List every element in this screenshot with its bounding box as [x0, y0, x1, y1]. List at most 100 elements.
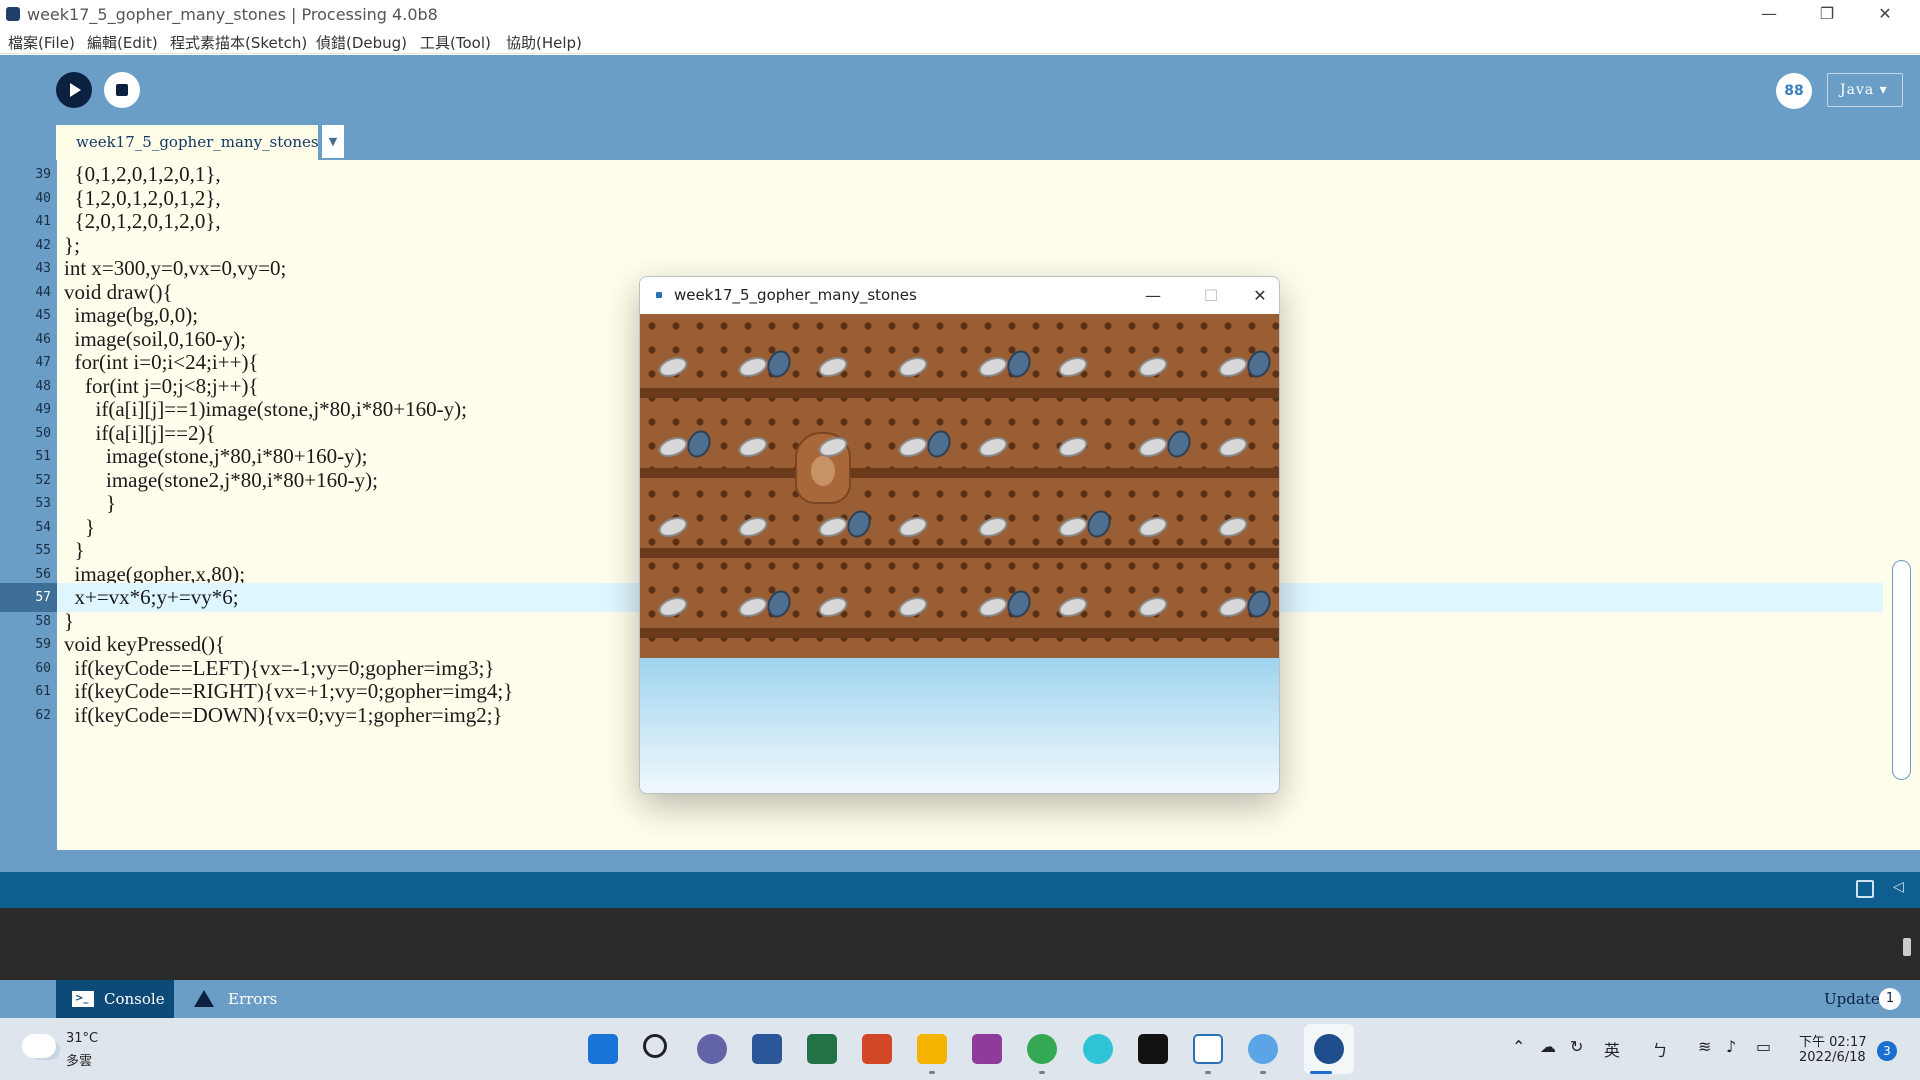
battery-icon[interactable]: ▭ — [1756, 1037, 1771, 1056]
mode-selector[interactable]: Java ▾ — [1827, 73, 1903, 107]
processing-small-icon — [656, 292, 662, 298]
stone-sprite — [975, 513, 1011, 541]
updates-label[interactable]: Updates — [1824, 980, 1887, 1018]
ime-mode-icon[interactable]: ㄅ — [1652, 1037, 1668, 1061]
notification-badge[interactable]: 3 — [1877, 1041, 1897, 1061]
stone-sprite — [1215, 433, 1251, 461]
stone-sprite — [1215, 353, 1251, 381]
chevron-up-icon[interactable]: ⌃ — [1512, 1037, 1525, 1056]
stone2-sprite — [763, 346, 795, 382]
stone-sprite — [815, 513, 851, 541]
winrar-icon[interactable] — [972, 1034, 1002, 1064]
stone2-sprite — [923, 426, 955, 462]
tab-errors[interactable]: Errors — [174, 980, 294, 1018]
stone-sprite — [1055, 593, 1091, 621]
menu-debug[interactable]: 偵錯(Debug) — [316, 32, 407, 53]
sketch-minimize-button[interactable]: — — [1133, 281, 1173, 311]
sketch-close-button[interactable]: ✕ — [1240, 281, 1279, 311]
errors-tab-label: Errors — [228, 990, 278, 1008]
stone-sprite — [895, 593, 931, 621]
menu-tool[interactable]: 工具(Tool) — [420, 32, 491, 53]
stone-sprite — [735, 353, 771, 381]
menu-sketch[interactable]: 程式素描本(Sketch) — [170, 32, 307, 53]
clock-date[interactable]: 2022/6/18 — [1799, 1050, 1866, 1065]
running-indicator — [929, 1071, 935, 1074]
terminal-icon: >_ — [72, 991, 94, 1007]
sky-background — [640, 658, 1279, 793]
stone-sprite — [815, 353, 851, 381]
editor-scrollbar[interactable] — [1883, 160, 1920, 850]
stone-sprite — [735, 433, 771, 461]
stone-sprite — [1055, 513, 1091, 541]
console-output[interactable] — [0, 908, 1920, 980]
kmplayer-icon[interactable] — [1083, 1034, 1113, 1064]
copy-icon[interactable] — [1856, 880, 1874, 898]
stone-sprite — [1135, 513, 1171, 541]
stone-sprite — [1215, 593, 1251, 621]
updates-count-badge[interactable]: 1 — [1879, 988, 1901, 1010]
menu-file[interactable]: 檔案(File) — [8, 32, 75, 53]
volume-icon[interactable]: ♪ — [1726, 1037, 1736, 1056]
sketch-maximize-button[interactable]: ☐ — [1191, 281, 1231, 311]
tab-menu-dropdown-icon[interactable]: ▼ — [322, 125, 344, 158]
sketch-window-title: week17_5_gopher_many_stones — [674, 286, 917, 304]
teams-chat-icon[interactable] — [697, 1034, 727, 1064]
stop-button[interactable] — [104, 72, 140, 108]
stone-sprite — [1135, 433, 1171, 461]
ime-indicator[interactable]: 英 — [1604, 1037, 1620, 1061]
stone2-sprite — [1163, 426, 1195, 462]
debugger-toggle-icon[interactable]: 88 — [1776, 73, 1812, 109]
toolbar: 88 Java ▾ — [0, 55, 1920, 125]
stone-sprite — [975, 593, 1011, 621]
menu-help[interactable]: 協助(Help) — [506, 32, 582, 53]
windows-start-icon[interactable] — [588, 1034, 618, 1064]
console-scrollbar[interactable] — [1903, 938, 1911, 956]
stone2-sprite — [1083, 506, 1115, 542]
weather-temperature[interactable]: 31°C — [66, 1031, 98, 1046]
stone-sprite — [735, 593, 771, 621]
stone2-sprite — [683, 426, 715, 462]
processing-app-icon — [6, 7, 20, 21]
sketch-window[interactable]: week17_5_gopher_many_stones — ☐ ✕ — [639, 276, 1280, 794]
menu-edit[interactable]: 編輯(Edit) — [87, 32, 158, 53]
stone-sprite — [655, 433, 691, 461]
sync-icon[interactable]: ↻ — [1570, 1037, 1583, 1056]
stone-sprite — [735, 513, 771, 541]
excel-icon[interactable] — [807, 1034, 837, 1064]
minimize-button[interactable]: — — [1740, 0, 1798, 28]
powerpoint-icon[interactable] — [862, 1034, 892, 1064]
window-title: week17_5_gopher_many_stones | Processing… — [27, 5, 438, 24]
restore-button[interactable]: ❐ — [1798, 0, 1856, 28]
onedrive-icon[interactable]: ☁ — [1540, 1037, 1556, 1056]
clock-time[interactable]: 下午 02:17 — [1799, 1031, 1867, 1050]
footer-bar: >_ Console Errors Updates 1 — [0, 980, 1920, 1018]
console-tab-label: Console — [104, 990, 165, 1008]
cloud-icon[interactable] — [22, 1034, 56, 1058]
word-icon[interactable] — [752, 1034, 782, 1064]
close-button[interactable]: ✕ — [1856, 0, 1914, 28]
sketch-titlebar: week17_5_gopher_many_stones — ☐ ✕ — [640, 277, 1279, 314]
running-indicator — [1260, 1071, 1266, 1074]
editor-scrollbar-thumb[interactable] — [1892, 560, 1911, 780]
tab-console[interactable]: >_ Console — [56, 980, 174, 1018]
file-explorer-icon[interactable] — [917, 1034, 947, 1064]
stone-sprite — [895, 513, 931, 541]
active-app-indicator — [1310, 1071, 1332, 1074]
wifi-icon[interactable]: ≋ — [1698, 1037, 1711, 1056]
tab-sketch[interactable]: week17_5_gopher_many_stones — [56, 125, 319, 160]
code-text[interactable]: if(keyCode==DOWN){vx=0;vy=1;gopher=img2;… — [64, 701, 503, 730]
vscode-icon[interactable] — [1193, 1034, 1223, 1064]
weather-description[interactable]: 多雲 — [66, 1050, 92, 1069]
chrome-icon[interactable] — [1027, 1034, 1057, 1064]
stone-sprite — [655, 513, 691, 541]
collapse-console-icon[interactable]: ◁ — [1893, 879, 1904, 895]
stone2-sprite — [1243, 586, 1275, 622]
run-button[interactable] — [56, 72, 92, 108]
stone-sprite — [895, 353, 931, 381]
stone-sprite — [815, 593, 851, 621]
search-icon[interactable] — [643, 1034, 667, 1058]
netflix-icon[interactable] — [1138, 1034, 1168, 1064]
paint-icon[interactable] — [1248, 1034, 1278, 1064]
stone2-sprite — [1003, 586, 1035, 622]
processing-icon[interactable] — [1314, 1034, 1344, 1064]
